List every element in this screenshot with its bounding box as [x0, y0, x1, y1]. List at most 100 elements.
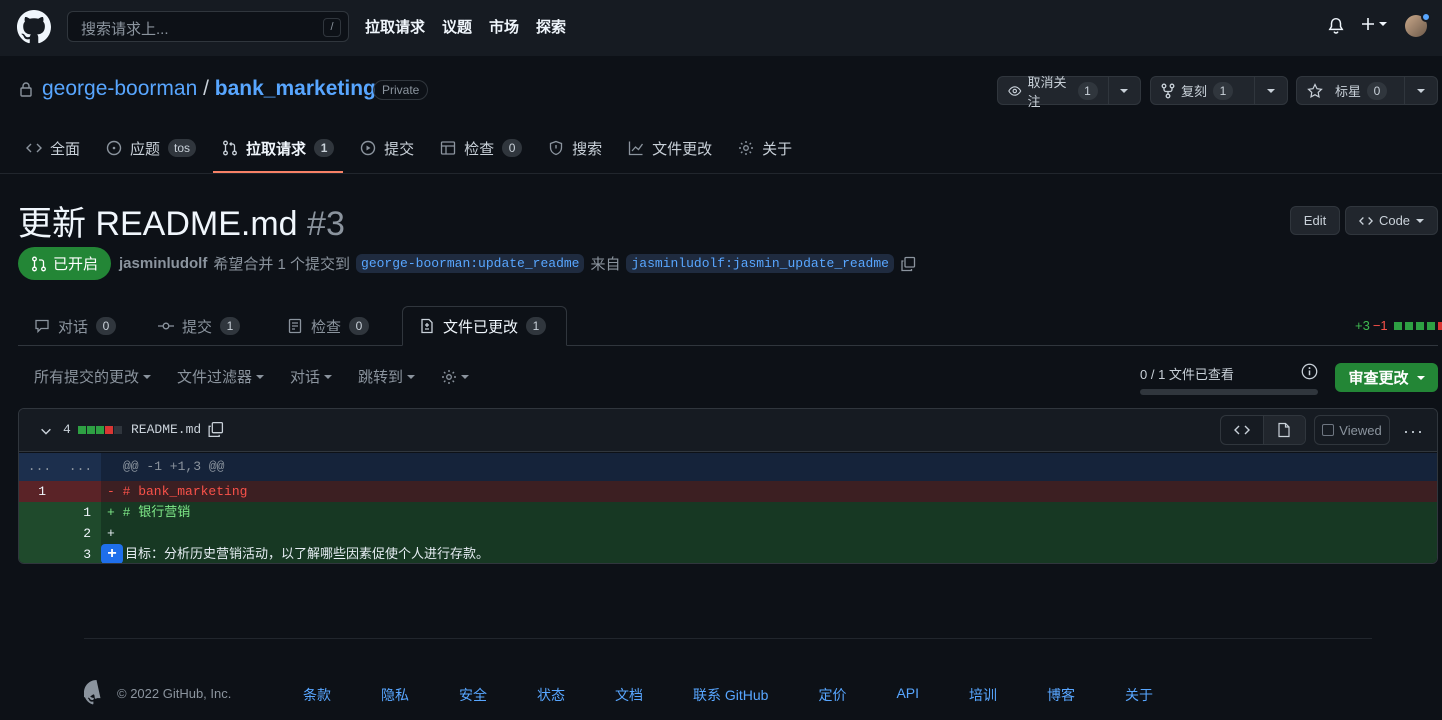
tab-code[interactable]: 全面 [17, 130, 89, 166]
copy-icon[interactable] [207, 421, 224, 438]
watch-count: 1 [1077, 81, 1098, 100]
file-name-link[interactable]: README.md [131, 422, 201, 437]
chevron-down-icon[interactable] [39, 424, 53, 438]
info-icon[interactable] [1301, 363, 1318, 380]
footer-link-security[interactable]: 安全 [459, 685, 487, 705]
diff-line-content: + 目标：分析历史营销活动，以了解哪些因素促使个人进行存款。 [101, 544, 1437, 563]
pr-number: #3 [307, 205, 345, 243]
tab-issues[interactable]: 应题 tos [97, 130, 205, 166]
nav-issues[interactable]: 议题 [442, 16, 472, 37]
footer-link-docs[interactable]: 文档 [615, 685, 643, 705]
pr-author-link[interactable]: jasminludolf [119, 255, 207, 272]
footer-link-api[interactable]: API [896, 685, 919, 705]
diffstat-block-deleted [105, 426, 113, 434]
tab-settings[interactable]: 关于 [729, 130, 801, 166]
tab-files-changed[interactable]: 文件已更改 1 [402, 306, 567, 346]
conversations-dropdown[interactable]: 对话 [290, 366, 333, 387]
footer-link-terms[interactable]: 条款 [303, 685, 331, 705]
file-diffstat [78, 426, 122, 434]
expand-up-right[interactable]: ... [60, 453, 101, 481]
diff-line-text: 目标：分析历史营销活动，以了解哪些因素促使个人进行存款。 [125, 547, 490, 562]
diffstat-block-added [1404, 321, 1413, 330]
footer-link-pricing[interactable]: 定价 [818, 685, 846, 705]
watch-button[interactable]: 取消关注 1 [997, 75, 1141, 109]
viewed-checkbox[interactable]: Viewed [1314, 415, 1390, 445]
tab-insights[interactable]: 文件更改 [619, 130, 721, 166]
fork-button[interactable]: 复刻 1 [1150, 76, 1288, 105]
code-icon [1358, 216, 1373, 225]
add-comment-button[interactable]: + [101, 544, 123, 563]
footer-link-privacy[interactable]: 隐私 [381, 685, 409, 705]
chevron-down-icon [1379, 22, 1387, 26]
watch-dropdown[interactable] [1109, 77, 1140, 104]
jump-to-dropdown[interactable]: 跳转到 [358, 366, 416, 387]
star-button[interactable]: 标星 0 [1296, 76, 1438, 105]
fork-icon [1161, 83, 1175, 98]
footer-link-status[interactable]: 状态 [537, 685, 565, 705]
tab-conversation[interactable]: 对话 0 [18, 306, 132, 346]
commit-icon [158, 322, 174, 330]
repo-name-link[interactable]: bank_marketing [215, 77, 376, 100]
tab-security[interactable]: 搜索 [539, 130, 611, 166]
file-filter-dropdown[interactable]: 文件过滤器 [177, 366, 265, 387]
tab-counter: 0 [96, 317, 117, 335]
global-header: 搜索请求上... / 拉取请求 议题 市场 探索 [0, 0, 1442, 56]
tab-counter: 1 [220, 317, 241, 335]
edit-button[interactable]: Edit [1290, 206, 1340, 235]
old-line-number[interactable] [19, 523, 60, 544]
base-branch-label[interactable]: george-boorman:update_readme [356, 254, 585, 273]
star-dropdown[interactable] [1405, 77, 1437, 104]
watch-label: 取消关注 [1027, 74, 1067, 109]
tab-commits[interactable]: 提交 1 [142, 306, 256, 346]
new-line-number[interactable]: 1 [60, 502, 101, 523]
diffstat-block-added [87, 426, 95, 434]
tab-counter: 0 [502, 139, 523, 157]
repo-owner-link[interactable]: george-boorman [42, 77, 197, 100]
create-new-button[interactable] [1360, 16, 1387, 32]
tab-label: 应题 [130, 140, 161, 158]
fork-dropdown[interactable] [1255, 77, 1287, 104]
tab-counter: 1 [314, 139, 335, 157]
kebab-menu-icon[interactable]: ··· [1403, 421, 1424, 442]
star-icon [1307, 82, 1323, 98]
rich-view-button[interactable] [1262, 416, 1305, 444]
footer-link-training[interactable]: 培训 [969, 685, 997, 705]
tab-pull-requests[interactable]: 拉取请求 1 [213, 130, 344, 173]
new-line-number[interactable]: 3 [60, 544, 101, 563]
old-line-number[interactable]: 1 [19, 481, 60, 502]
github-logo-icon[interactable] [84, 680, 109, 705]
nav-explore[interactable]: 探索 [536, 16, 566, 37]
search-input[interactable]: 搜索请求上... / [67, 11, 349, 42]
bell-icon[interactable] [1327, 16, 1345, 36]
source-view-button[interactable] [1221, 416, 1263, 444]
nav-pull-requests[interactable]: 拉取请求 [365, 16, 425, 37]
footer-link-about[interactable]: 关于 [1125, 685, 1153, 705]
commits-filter-dropdown[interactable]: 所有提交的更改 [34, 366, 152, 387]
diff-settings-dropdown[interactable] [441, 366, 470, 387]
code-button[interactable]: Code [1345, 206, 1438, 235]
nav-marketplace[interactable]: 市场 [489, 16, 519, 37]
chevron-down-icon [1416, 375, 1425, 380]
tab-projects[interactable]: 检查 0 [431, 130, 531, 166]
copy-icon[interactable] [900, 256, 916, 272]
diffstat-block-neutral [114, 426, 122, 434]
diff-toolbar: 所有提交的更改 文件过滤器 对话 跳转到 [34, 366, 470, 387]
lock-icon [20, 82, 32, 97]
tab-actions[interactable]: 提交 [351, 130, 423, 166]
old-line-number[interactable] [19, 544, 60, 563]
tab-checks[interactable]: 检查 0 [271, 306, 385, 346]
new-line-number[interactable]: 2 [60, 523, 101, 544]
old-line-number[interactable] [19, 502, 60, 523]
jump-to-label: 跳转到 [358, 369, 404, 386]
github-logo-icon[interactable] [17, 10, 51, 44]
copyright-text: © 2022 GitHub, Inc. [117, 686, 232, 701]
table-icon [440, 141, 456, 155]
expand-up-left[interactable]: ... [19, 453, 60, 481]
footer-link-contact[interactable]: 联系 GitHub [693, 685, 768, 705]
new-line-number[interactable] [60, 481, 101, 502]
footer-link-blog[interactable]: 博客 [1047, 685, 1075, 705]
hunk-header-text: @@ -1 +1,3 @@ [123, 459, 225, 474]
head-branch-label[interactable]: jasminludolf:jasmin_update_readme [626, 254, 894, 273]
checkbox[interactable] [1322, 424, 1335, 436]
review-changes-button[interactable]: 审查更改 [1335, 363, 1438, 392]
